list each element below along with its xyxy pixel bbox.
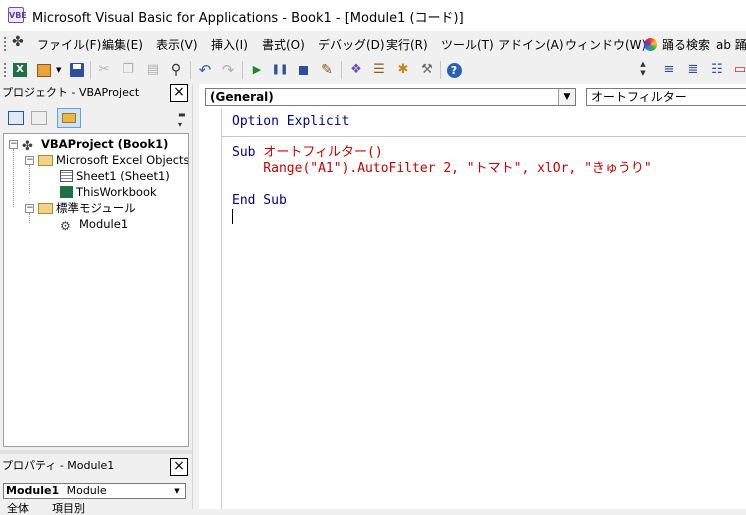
indent-icon[interactable]: ≡ — [660, 61, 678, 79]
chevron-down-icon[interactable]: ▼ — [170, 484, 184, 498]
menu-debug[interactable]: デバッグ(D) — [318, 36, 385, 53]
menu-ab[interactable]: ab 踊 — [716, 36, 746, 53]
panel-scroll-indicator[interactable]: ▬ ▾ — [178, 110, 188, 130]
tree-item-sheet1[interactable]: Sheet1 (Sheet1) — [60, 168, 170, 184]
workbook-icon — [60, 186, 73, 198]
reset-icon[interactable] — [294, 61, 312, 79]
run-icon[interactable]: ▶ — [248, 61, 266, 79]
standard-toolbar: X ▼ ✂ ❐ ▤ ⚲ ↶ ↷ ▶ ❚❚ ✎ ❖ ☰ ✱ ⚒ ? ▲ ▼ ≡ ≣ … — [0, 57, 746, 84]
tree-item-excel-objects[interactable]: Microsoft Excel Objects — [38, 152, 188, 168]
code-line-sub: Sub オートフィルター() — [232, 145, 383, 160]
chevron-down-icon[interactable]: ▼ — [558, 89, 575, 105]
menu-tools[interactable]: ツール(T) — [441, 36, 494, 53]
object-browser-icon[interactable]: ✱ — [394, 61, 412, 79]
title-bar: VBE Microsoft Visual Basic for Applicati… — [0, 0, 746, 31]
collapse-toggle[interactable]: − — [25, 156, 34, 165]
uncomment-block-icon[interactable]: ▭ — [731, 61, 746, 79]
tab-categorized[interactable]: 項目別 — [52, 503, 85, 515]
vbaproject-icon: ✤ — [22, 139, 33, 154]
folder-open-icon — [38, 155, 53, 166]
undo-icon[interactable]: ↶ — [196, 61, 214, 79]
collapse-toggle[interactable]: − — [25, 204, 34, 213]
collapse-toggle[interactable]: − — [9, 140, 18, 149]
panel-divider[interactable] — [0, 450, 192, 454]
window-title: Microsoft Visual Basic for Applications … — [32, 11, 464, 26]
folder-open-icon — [38, 203, 53, 214]
properties-icon[interactable]: ☰ — [370, 61, 388, 79]
project-explorer-icon[interactable]: ❖ — [347, 61, 365, 79]
save-icon[interactable] — [68, 61, 86, 79]
copy-icon[interactable]: ❐ — [119, 61, 137, 79]
view-object-button[interactable] — [31, 111, 47, 125]
paste-icon[interactable]: ▤ — [144, 61, 162, 79]
design-mode-icon[interactable]: ✎ — [318, 61, 336, 79]
toolbar-separator — [190, 61, 191, 79]
code-line-autofilter: Range("A1").AutoFilter 2, "トマト", xlOr, "… — [232, 161, 652, 176]
properties-panel-title: プロパティ - Module1 — [2, 459, 115, 472]
help-icon[interactable]: ? — [445, 61, 463, 79]
toolbar-separator — [341, 61, 342, 79]
tree-lines — [29, 213, 30, 223]
menu-window[interactable]: ウィンドウ(W) — [565, 36, 646, 53]
menu-addins[interactable]: アドイン(A) — [498, 36, 564, 53]
excel-view-icon[interactable]: X — [11, 61, 29, 79]
code-line-option-explicit: Option Explicit — [232, 114, 350, 129]
toolbar-grip[interactable] — [3, 62, 7, 79]
break-icon[interactable]: ❚❚ — [271, 61, 289, 79]
comment-block-icon[interactable]: ☷ — [708, 61, 726, 79]
toolbar-separator — [90, 61, 91, 79]
text-cursor — [232, 209, 233, 224]
cut-icon[interactable]: ✂ — [95, 61, 113, 79]
chevron-down-icon[interactable]: ▼ — [56, 66, 61, 74]
toggle-folders-button[interactable] — [57, 108, 81, 128]
menu-view[interactable]: 表示(V) — [156, 36, 198, 53]
tree-lines — [29, 165, 30, 193]
tab-alphabetic[interactable]: 全体 — [7, 503, 29, 515]
object-selector[interactable]: Module1 Module ▼ — [3, 483, 186, 499]
procedure-separator — [222, 136, 746, 137]
menu-odoru-search[interactable]: 踊る検索 — [662, 36, 710, 53]
sheet-icon — [60, 170, 73, 182]
project-tree[interactable]: − ✤ VBAProject (Book1) − Microsoft Excel … — [3, 133, 189, 447]
object-combo[interactable]: (General) ▼ — [205, 88, 576, 106]
tree-item-vbaproject[interactable]: ✤ VBAProject (Book1) — [22, 136, 168, 154]
toolbar-separator — [242, 61, 243, 79]
module-icon: ⚙ — [60, 219, 71, 233]
procedure-combo[interactable]: オートフィルター — [586, 88, 746, 106]
menu-file[interactable]: ファイル(F) — [37, 36, 101, 53]
toolbox-icon[interactable]: ⚒ — [418, 61, 436, 79]
menu-run[interactable]: 実行(R) — [386, 36, 428, 53]
menu-insert[interactable]: 挿入(I) — [211, 36, 248, 53]
code-line-end-sub: End Sub — [232, 193, 287, 208]
object-name: Module1 — [6, 484, 60, 497]
menubar-grip[interactable] — [3, 36, 7, 52]
project-panel-title: プロジェクト - VBAProject — [2, 86, 140, 99]
redo-icon[interactable]: ↷ — [219, 61, 237, 79]
toolbar-overflow-icon[interactable]: ▲ ▼ — [638, 60, 648, 80]
view-code-button[interactable] — [8, 111, 24, 125]
outdent-icon[interactable]: ≣ — [684, 61, 702, 79]
project-panel-close-button[interactable]: × — [170, 84, 188, 102]
insert-module-icon[interactable] — [35, 61, 53, 79]
properties-panel-close-button[interactable]: × — [170, 458, 188, 476]
toolbar-separator — [440, 61, 441, 79]
folder-icon — [62, 113, 76, 123]
code-editor[interactable]: Option Explicit Sub オートフィルター() Range("A1… — [221, 108, 746, 509]
tree-lines — [13, 149, 14, 207]
menu-bar: ✤ ファイル(F) 編集(E) 表示(V) 挿入(I) 書式(O) デバッグ(D… — [0, 31, 746, 57]
tree-item-thisworkbook[interactable]: ThisWorkbook — [60, 184, 157, 200]
vba-app-icon: VBE — [8, 7, 27, 23]
vba-menu-icon[interactable]: ✤ — [12, 34, 24, 50]
color-wheel-icon — [644, 38, 657, 51]
tree-item-module1[interactable]: ⚙ Module1 — [60, 216, 128, 233]
find-icon[interactable]: ⚲ — [167, 61, 185, 79]
menu-edit[interactable]: 編集(E) — [102, 36, 143, 53]
tree-item-standard-modules[interactable]: 標準モジュール — [38, 200, 136, 216]
margin-indicator-bar[interactable] — [199, 108, 222, 509]
object-type: Module — [66, 484, 107, 497]
menu-format[interactable]: 書式(O) — [262, 36, 305, 53]
